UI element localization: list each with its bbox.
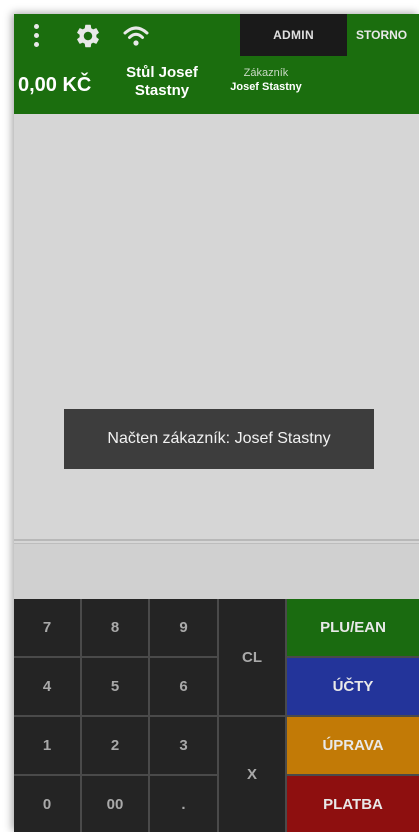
numeric-keypad: 7 8 9 4 5 6 1 2 3 0 00 . CL X PLU/EAN ÚČ… bbox=[14, 599, 419, 832]
input-display bbox=[14, 543, 419, 599]
plu-ean-button[interactable]: PLU/EAN bbox=[287, 599, 419, 656]
top-bar: ADMIN STORNO 0,00 KČ Stůl Josef Stastny … bbox=[14, 14, 419, 114]
order-total: 0,00 KČ bbox=[18, 74, 92, 96]
key-3[interactable]: 3 bbox=[150, 717, 217, 774]
multiply-button[interactable]: X bbox=[219, 717, 285, 832]
key-00[interactable]: 00 bbox=[82, 776, 148, 832]
gear-icon[interactable] bbox=[74, 22, 102, 50]
admin-button[interactable]: ADMIN bbox=[240, 14, 347, 56]
key-1[interactable]: 1 bbox=[14, 717, 80, 774]
customer-name: Josef Stastny bbox=[230, 81, 302, 93]
payment-button[interactable]: PLATBA bbox=[287, 776, 419, 832]
key-6[interactable]: 6 bbox=[150, 658, 217, 715]
customer-info[interactable]: Zákazník Josef Stastny bbox=[216, 66, 316, 94]
storno-button[interactable]: STORNO bbox=[352, 14, 419, 56]
wifi-icon bbox=[122, 24, 150, 48]
key-4[interactable]: 4 bbox=[14, 658, 80, 715]
toast-message: Načten zákazník: Josef Stastny bbox=[64, 409, 374, 469]
customer-label: Zákazník bbox=[243, 67, 289, 79]
key-decimal[interactable]: . bbox=[150, 776, 217, 832]
key-0[interactable]: 0 bbox=[14, 776, 80, 832]
accounts-button[interactable]: ÚČTY bbox=[287, 658, 419, 715]
edit-button[interactable]: ÚPRAVA bbox=[287, 717, 419, 774]
key-8[interactable]: 8 bbox=[82, 599, 148, 656]
key-5[interactable]: 5 bbox=[82, 658, 148, 715]
key-2[interactable]: 2 bbox=[82, 717, 148, 774]
menu-icon[interactable] bbox=[30, 24, 42, 50]
clear-button[interactable]: CL bbox=[219, 599, 285, 715]
table-name-line2: Stastny bbox=[134, 82, 190, 99]
key-9[interactable]: 9 bbox=[150, 599, 217, 656]
table-info[interactable]: Stůl Josef Stastny bbox=[114, 64, 210, 100]
key-7[interactable]: 7 bbox=[14, 599, 80, 656]
table-name-line1: Stůl Josef bbox=[126, 64, 198, 81]
order-item-list[interactable] bbox=[14, 114, 419, 541]
pos-screen: ADMIN STORNO 0,00 KČ Stůl Josef Stastny … bbox=[14, 14, 419, 832]
